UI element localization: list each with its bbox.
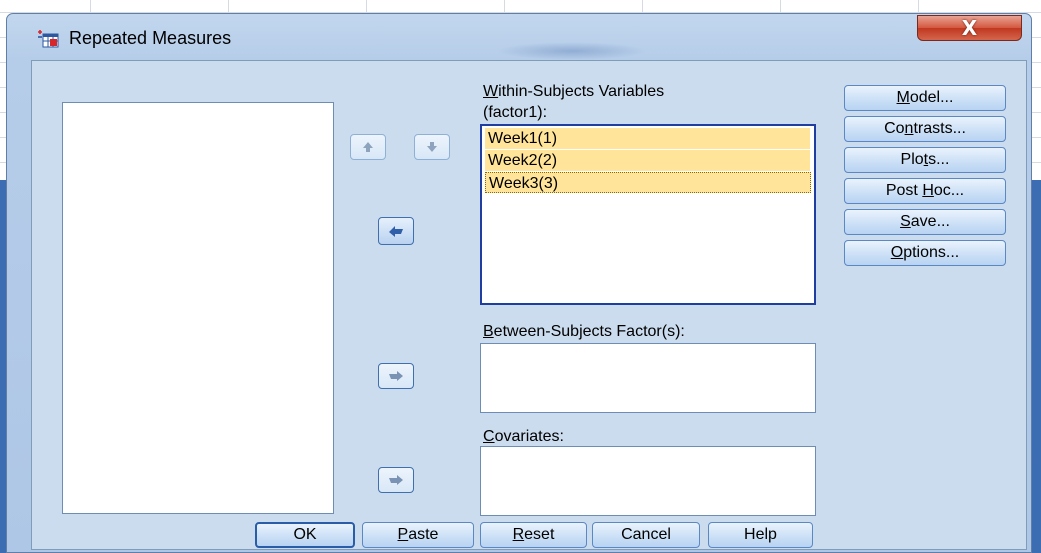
dialog-body: Within-Subjects Variables (factor1): Wee… [31,60,1027,550]
save-button[interactable]: Save... [844,209,1006,235]
move-up-icon [363,142,373,152]
contrasts-button[interactable]: Contrasts... [844,116,1006,142]
close-button[interactable]: X [917,15,1022,41]
title-bar-glow [497,42,647,60]
dialog-title: Repeated Measures [69,28,232,48]
between-subjects-label: Between-Subjects Factor(s): [483,323,685,340]
options-button[interactable]: Options... [844,240,1006,266]
help-button[interactable]: Help [708,522,813,548]
repeated-measures-app-icon [38,30,59,48]
within-subjects-list[interactable]: Week1(1) Week2(2) Week3(3) [480,124,816,305]
list-item-week3[interactable]: Week3(3) [485,172,811,193]
list-item-week1[interactable]: Week1(1) [485,128,810,149]
covariates-label: Covariates: [483,428,564,445]
ok-button[interactable]: OK [255,522,355,548]
close-icon: X [961,16,978,40]
move-left-icon [389,226,403,237]
paste-button[interactable]: Paste [362,522,474,548]
within-subjects-factor-label: (factor1): [483,104,548,121]
move-right-icon [389,371,403,381]
move-left-button[interactable] [378,217,414,245]
move-right-icon [389,475,403,485]
move-to-covariates-button[interactable] [378,467,414,493]
move-to-between-button[interactable] [378,363,414,389]
repeated-measures-dialog: Repeated Measures X Within-Subjects Vari… [6,13,1032,553]
move-up-button[interactable] [350,134,386,160]
cancel-button[interactable]: Cancel [592,522,700,548]
move-down-icon [427,142,437,152]
move-down-button[interactable] [414,134,450,160]
post-hoc-button[interactable]: Post Hoc... [844,178,1006,204]
covariates-list[interactable] [480,446,816,516]
model-button[interactable]: Model... [844,85,1006,111]
source-variable-list[interactable] [62,102,334,514]
list-item-week2[interactable]: Week2(2) [485,150,810,171]
title-bar[interactable]: Repeated Measures X [7,14,1031,60]
between-subjects-list[interactable] [480,343,816,413]
reset-button[interactable]: Reset [480,522,587,548]
within-subjects-label: Within-Subjects Variables [483,83,665,100]
plots-button[interactable]: Plots... [844,147,1006,173]
